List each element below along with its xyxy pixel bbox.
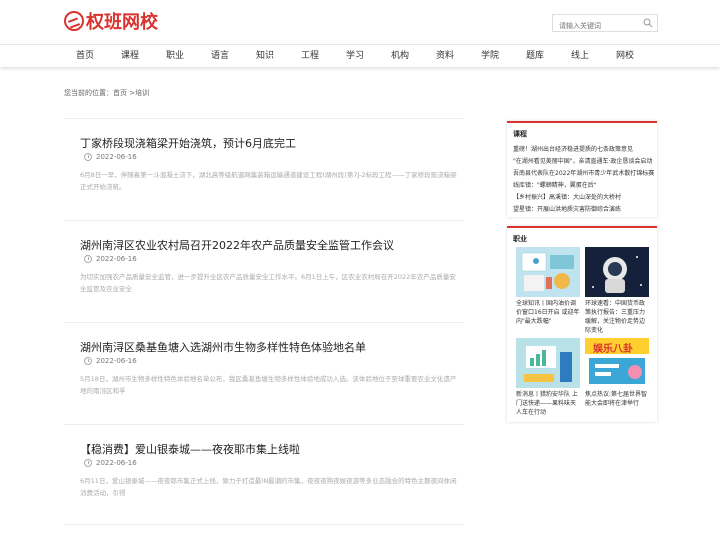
news-card[interactable]: 娱乐八卦 焦点热议:第七届世界智能大会即将在津举行 [585, 338, 649, 408]
article-date: 2022-06-16 [84, 255, 137, 263]
search-box [552, 14, 658, 34]
article-title[interactable]: 湖州南浔区农业农村局召开2022年农产品质量安全监管工作会议 [80, 237, 394, 253]
news-card[interactable]: 全球知讯丨国内油价调价窗口16日开启 或迎年内"最大跌幅" [516, 247, 580, 326]
search-icon[interactable] [643, 18, 653, 28]
article-item[interactable]: 湖州南浔区桑基鱼塘入选湖州市生物多样性特色体验地名单 2022-06-16 5月… [64, 322, 464, 426]
logo-text: 权班网校 [86, 12, 158, 33]
nav-item-engineering[interactable]: 工程 [290, 45, 330, 68]
search-input[interactable] [553, 18, 637, 34]
article-date-text: 2022-06-16 [96, 459, 137, 467]
sidebar-course-box: 课程 重磅！湖州出台经济稳进提质的七条政策意见 "在湖州看见美丽中国"，亲清直通… [507, 121, 657, 217]
site-logo[interactable]: 权班网校 [64, 10, 158, 33]
article-item[interactable]: 【稳消费】爱山银泰城——夜夜耶市集上线啦 2022-06-16 6月11日，爱山… [64, 424, 464, 528]
news-caption[interactable]: 环球速看：中国货币政策执行报告：三重压力缓解，关注物价走势边际变化 [585, 299, 649, 335]
article-summary: 6月8日一早，伴随着第一斗混凝土浇下，湖北高等级航道网集装箱运输通道建设工程(湖… [80, 171, 457, 191]
sidebar-course-link[interactable]: 【乡村振兴】高溪镇：大山深处的大桥村 [513, 192, 655, 201]
main-nav: 首页 课程 职业 语言 知识 工程 学习 机构 资料 学院 题库 线上 网校 [0, 44, 720, 67]
article-date-text: 2022-06-16 [96, 153, 137, 161]
article-item[interactable]: 湖州南浔区农业农村局召开2022年农产品质量安全监管工作会议 2022-06-1… [64, 220, 464, 324]
news-caption[interactable]: 新消息丨猎豹安华队 上门送快递——果料味天人车在行动 [516, 390, 580, 417]
breadcrumb: 您当前的位置：首页 >培训 [64, 89, 150, 97]
sidebar-course-link[interactable]: 望星镇：开展山洪地质灾害防御综合演练 [513, 204, 655, 213]
nav-item-study[interactable]: 学习 [335, 45, 375, 68]
nav-item-materials[interactable]: 资料 [425, 45, 465, 68]
clock-icon [84, 255, 92, 263]
article-title[interactable]: 丁家桥段现浇箱梁开始浇筑，预计6月底完工 [80, 135, 296, 151]
article-summary: 5月18日，湖州市生物多样性特色体验地名单公布，我区桑基鱼塘生物多样性体验地成功… [80, 375, 457, 395]
nav-item-question-bank[interactable]: 题库 [515, 45, 555, 68]
site-header: 权班网校 [0, 0, 720, 44]
article-title[interactable]: 湖州南浔区桑基鱼塘入选湖州市生物多样性特色体验地名单 [80, 339, 366, 355]
sidebar-course-title: 课程 [513, 130, 527, 138]
nav-item-institution[interactable]: 机构 [380, 45, 420, 68]
news-thumbnail-chart[interactable] [516, 338, 580, 388]
sidebar-course-link[interactable]: 吾南县代表队在2022年湖州市青少年武术散打锦标赛 [513, 168, 655, 177]
sidebar-course-link[interactable]: "在湖州看见美丽中国"，亲清直通车·政企恳谈会启动 [513, 156, 655, 165]
news-card[interactable]: 环球速看：中国货币政策执行报告：三重压力缓解，关注物价走势边际变化 [585, 247, 649, 335]
article-item[interactable]: 丁家桥段现浇箱梁开始浇筑，预计6月底完工 2022-06-16 6月8日一早，伴… [64, 118, 464, 222]
article-title[interactable]: 【稳消费】爱山银泰城——夜夜耶市集上线啦 [80, 441, 300, 457]
divider [64, 524, 464, 525]
clock-icon [84, 153, 92, 161]
article-date: 2022-06-16 [84, 459, 137, 467]
article-summary: 6月11日，爱山银泰城——夜夜耶市集正式上线，致力于打造最IN最潮的市集，夜夜夜… [80, 477, 457, 497]
sidebar-course-link[interactable]: 重磅！湖州出台经济稳进提质的七条政策意见 [513, 144, 655, 153]
clock-icon [84, 459, 92, 467]
sidebar-course-link[interactable]: 线库镇："螺蛳精神，翼蛋在后" [513, 180, 655, 189]
logo-icon [64, 11, 84, 31]
news-caption[interactable]: 焦点热议:第七届世界智能大会即将在津举行 [585, 390, 649, 408]
nav-item-school[interactable]: 网校 [605, 45, 645, 68]
banner-text: 娱乐八卦 [593, 344, 633, 355]
nav-item-home[interactable]: 首页 [65, 45, 105, 68]
sidebar-jobs-title: 职业 [513, 235, 527, 243]
article-date-text: 2022-06-16 [96, 357, 137, 365]
nav-item-course[interactable]: 课程 [110, 45, 150, 68]
news-thumbnail-astronaut[interactable] [585, 247, 649, 297]
news-card[interactable]: 新消息丨猎豹安华队 上门送快递——果料味天人车在行动 [516, 338, 580, 417]
nav-item-college[interactable]: 学院 [470, 45, 510, 68]
article-date-text: 2022-06-16 [96, 255, 137, 263]
nav-item-language[interactable]: 语言 [200, 45, 240, 68]
news-thumbnail-entertainment[interactable]: 娱乐八卦 [585, 338, 649, 388]
nav-item-career[interactable]: 职业 [155, 45, 195, 68]
news-thumbnail-map[interactable] [516, 247, 580, 297]
article-date: 2022-06-16 [84, 357, 137, 365]
sidebar-jobs-box: 职业 全球知讯丨国内油价调价窗口16日开启 或迎年内"最大跌幅" 环球速看：中国… [507, 226, 657, 422]
news-caption[interactable]: 全球知讯丨国内油价调价窗口16日开启 或迎年内"最大跌幅" [516, 299, 580, 326]
nav-item-knowledge[interactable]: 知识 [245, 45, 285, 68]
nav-item-online[interactable]: 线上 [560, 45, 600, 68]
clock-icon [84, 357, 92, 365]
article-date: 2022-06-16 [84, 153, 137, 161]
article-summary: 为切实加强农产品质量安全监管，进一步提升全区农产品质量安全工作水平。6月1日上午… [80, 273, 456, 293]
